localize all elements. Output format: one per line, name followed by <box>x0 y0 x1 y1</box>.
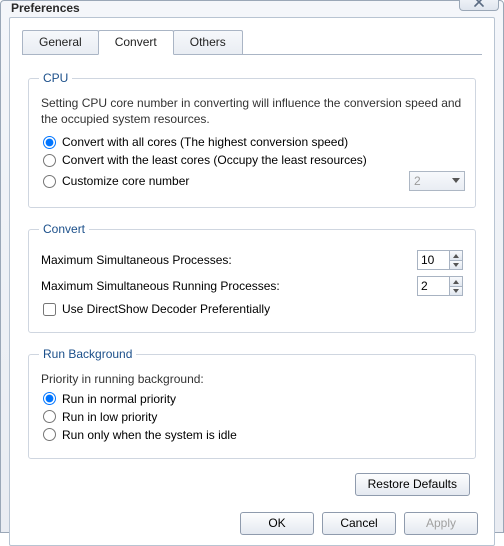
max-run-spinner[interactable] <box>417 276 463 296</box>
group-run-background-legend: Run Background <box>39 347 136 361</box>
max-run-input[interactable] <box>417 276 449 296</box>
tabstrip: General Convert Others <box>22 30 482 54</box>
radio-cpu-all[interactable] <box>43 136 56 149</box>
max-run-up[interactable] <box>449 276 463 287</box>
apply-button[interactable]: Apply <box>404 512 478 535</box>
radio-cpu-least-label: Convert with the least cores (Occupy the… <box>62 153 367 167</box>
restore-defaults-button[interactable]: Restore Defaults <box>355 473 470 496</box>
tabstrip-divider <box>22 54 482 55</box>
checkbox-directshow[interactable] <box>43 303 56 316</box>
max-run-label: Maximum Simultaneous Running Processes: <box>41 279 417 293</box>
radio-cpu-custom-label: Customize core number <box>62 174 189 188</box>
cpu-core-count-combo[interactable]: 2 <box>409 171 465 191</box>
group-convert-legend: Convert <box>39 222 89 236</box>
tab-others[interactable]: Others <box>173 30 243 54</box>
client-area: General Convert Others CPU Setting CPU c… <box>9 17 495 546</box>
radio-priority-normal[interactable] <box>43 392 56 405</box>
chevron-up-icon <box>453 254 459 258</box>
group-convert: Convert Maximum Simultaneous Processes: … <box>28 222 476 333</box>
ok-button[interactable]: OK <box>240 512 314 535</box>
group-run-background: Run Background Priority in running backg… <box>28 347 476 458</box>
radio-cpu-custom[interactable] <box>43 175 56 188</box>
titlebar: Preferences <box>1 1 503 15</box>
group-cpu: CPU Setting CPU core number in convertin… <box>28 71 476 208</box>
window-title: Preferences <box>11 1 459 15</box>
tabpage-convert: CPU Setting CPU core number in convertin… <box>22 55 482 508</box>
radio-priority-idle[interactable] <box>43 428 56 441</box>
cpu-core-count-value: 2 <box>414 174 421 188</box>
dialog-buttons: OK Cancel Apply <box>22 508 482 535</box>
chevron-down-icon <box>453 263 459 267</box>
max-proc-down[interactable] <box>449 261 463 271</box>
radio-cpu-least[interactable] <box>43 154 56 167</box>
max-run-down[interactable] <box>449 287 463 297</box>
radio-cpu-all-label: Convert with all cores (The highest conv… <box>62 135 348 149</box>
max-proc-spinner[interactable] <box>417 250 463 270</box>
close-icon <box>473 0 485 7</box>
chevron-down-icon <box>453 289 459 293</box>
max-proc-input[interactable] <box>417 250 449 270</box>
radio-priority-low[interactable] <box>43 410 56 423</box>
group-cpu-legend: CPU <box>39 71 72 85</box>
preferences-window: Preferences General Convert Others CPU S… <box>0 0 504 533</box>
tab-convert[interactable]: Convert <box>98 30 174 55</box>
radio-priority-low-label: Run in low priority <box>62 410 157 424</box>
radio-priority-idle-label: Run only when the system is idle <box>62 428 237 442</box>
max-proc-up[interactable] <box>449 250 463 261</box>
tab-general[interactable]: General <box>22 30 99 54</box>
cancel-button[interactable]: Cancel <box>322 512 396 535</box>
radio-priority-normal-label: Run in normal priority <box>62 392 176 406</box>
close-button[interactable] <box>459 0 499 11</box>
max-proc-label: Maximum Simultaneous Processes: <box>41 253 417 267</box>
chevron-down-icon <box>452 178 460 183</box>
runbg-subtitle: Priority in running background: <box>41 371 465 387</box>
checkbox-directshow-label: Use DirectShow Decoder Preferentially <box>62 302 270 316</box>
chevron-up-icon <box>453 280 459 284</box>
cpu-description: Setting CPU core number in converting wi… <box>41 95 465 127</box>
